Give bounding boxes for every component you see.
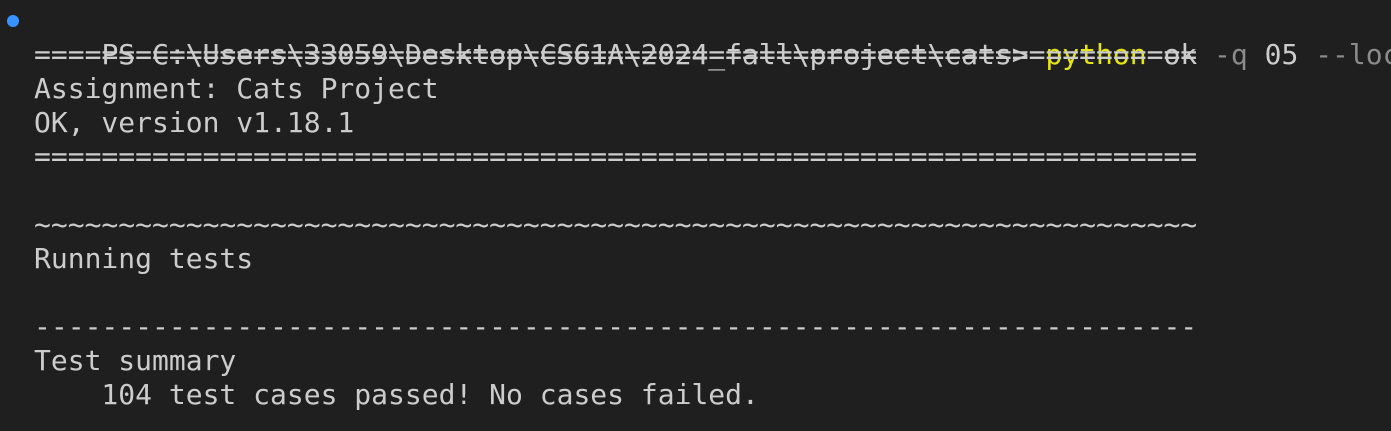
separator-line: ========================================…	[34, 140, 1198, 173]
command-line: PS C:\Users\33059\Desktop\CS61A\2024_fal…	[0, 4, 1391, 71]
test-summary-line: Test summary	[34, 344, 237, 377]
version-line: OK, version v1.18.1	[34, 106, 355, 139]
assignment-line: Assignment: Cats Project	[34, 72, 439, 105]
test-result-line: 104 test cases passed! No cases failed.	[34, 378, 759, 411]
separator-line: ========================================…	[34, 38, 1198, 71]
terminal-panel[interactable]: PS C:\Users\33059\Desktop\CS61A\2024_fal…	[0, 0, 1391, 431]
running-tests-line: Running tests	[34, 242, 254, 275]
prompt-status-icon	[7, 15, 19, 27]
tilde-separator-line: ~~~~~~~~~~~~~~~~~~~~~~~~~~~~~~~~~~~~~~~~…	[34, 208, 1198, 241]
dash-separator-line: ----------------------------------------…	[34, 310, 1198, 343]
